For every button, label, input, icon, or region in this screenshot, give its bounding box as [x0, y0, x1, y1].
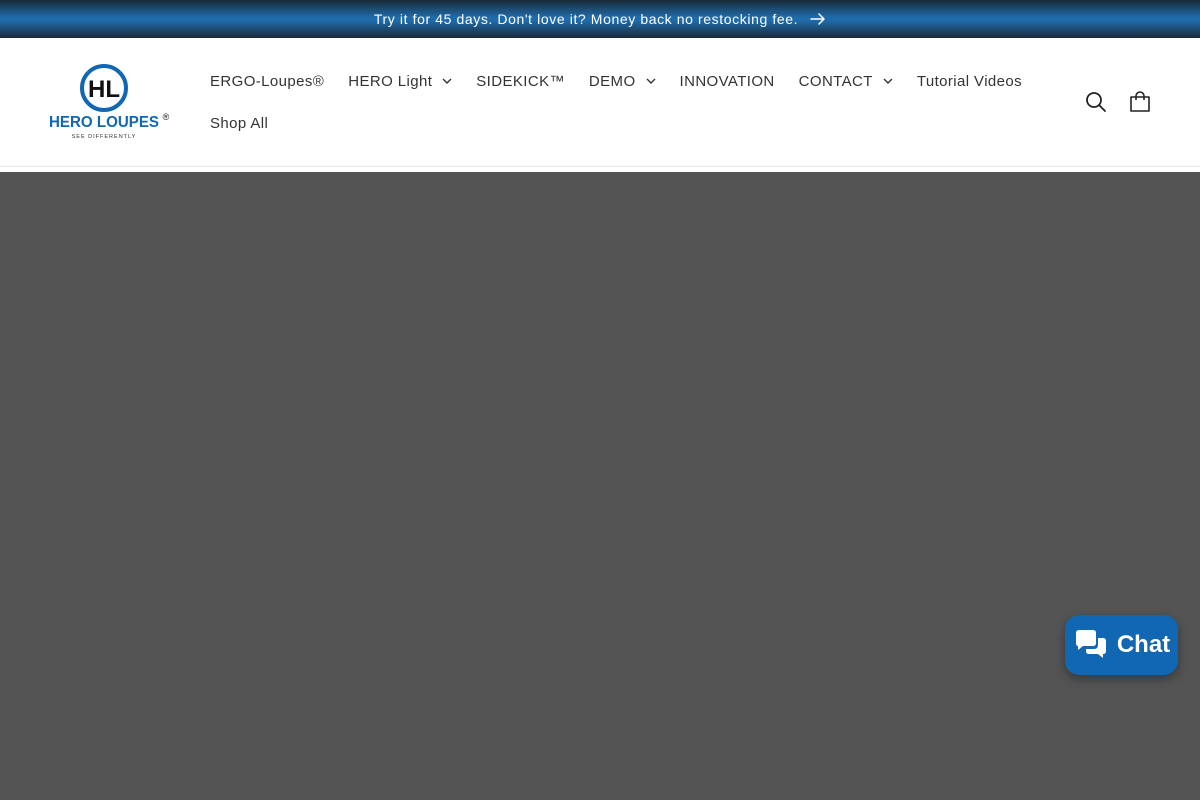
logo-monogram: HL — [88, 76, 120, 103]
chat-label: Chat — [1116, 631, 1171, 658]
logo-tagline: SEE DIFFERENTLY — [72, 134, 137, 140]
announcement-text: Try it for 45 days. Don't love it? Money… — [373, 11, 799, 27]
chevron-down-icon — [646, 78, 656, 84]
chat-bubbles-icon — [1075, 630, 1106, 658]
nav-item-label: Shop All — [210, 114, 269, 132]
nav-item-label: INNOVATION — [679, 72, 775, 90]
nav-row: ERGO-Loupes® HERO Light SIDEKICK™ DEMO I… — [198, 60, 1022, 102]
nav-item-label: DEMO — [588, 72, 636, 90]
announcement-link[interactable]: Try it for 45 days. Don't love it? Money… — [374, 11, 826, 27]
nav-item-demo[interactable]: DEMO — [577, 60, 668, 102]
nav-item-shop-all[interactable]: Shop All — [198, 102, 280, 144]
search-icon[interactable] — [1083, 89, 1109, 115]
nav-item-ergo-loupes[interactable]: ERGO-Loupes® — [198, 60, 336, 102]
hero-banner — [0, 172, 1200, 800]
nav-item-sidekick[interactable]: SIDEKICK™ — [464, 60, 577, 102]
site-header: HL HERO LOUPES ® SEE DIFFERENTLY ERGO-Lo… — [0, 38, 1200, 167]
nav-item-tutorial-videos[interactable]: Tutorial Videos — [905, 60, 1034, 102]
nav-item-hero-light[interactable]: HERO Light — [336, 60, 464, 102]
nav-item-label: Tutorial Videos — [916, 72, 1023, 90]
nav-item-label: CONTACT — [798, 72, 873, 90]
nav-row: Shop All — [198, 102, 998, 144]
nav-item-label: HERO Light — [348, 72, 433, 90]
chevron-down-icon — [883, 78, 893, 84]
nav-item-label: ERGO-Loupes® — [210, 72, 325, 90]
announcement-bar: Try it for 45 days. Don't love it? Money… — [0, 0, 1200, 38]
main-nav: ERGO-Loupes® HERO Light SIDEKICK™ DEMO I… — [198, 60, 1022, 144]
hero-loupes-logo[interactable]: HL HERO LOUPES ® SEE DIFFERENTLY — [50, 64, 172, 140]
nav-item-contact[interactable]: CONTACT — [787, 60, 905, 102]
nav-item-innovation[interactable]: INNOVATION — [668, 60, 787, 102]
chat-button[interactable]: Chat — [1065, 615, 1178, 675]
logo-registered: ® — [163, 112, 170, 122]
chevron-down-icon — [442, 78, 452, 84]
arrow-right-icon — [810, 13, 825, 25]
logo-name: HERO LOUPES — [50, 114, 159, 131]
nav-item-label: SIDEKICK™ — [476, 72, 565, 90]
cart-icon[interactable] — [1127, 89, 1153, 115]
